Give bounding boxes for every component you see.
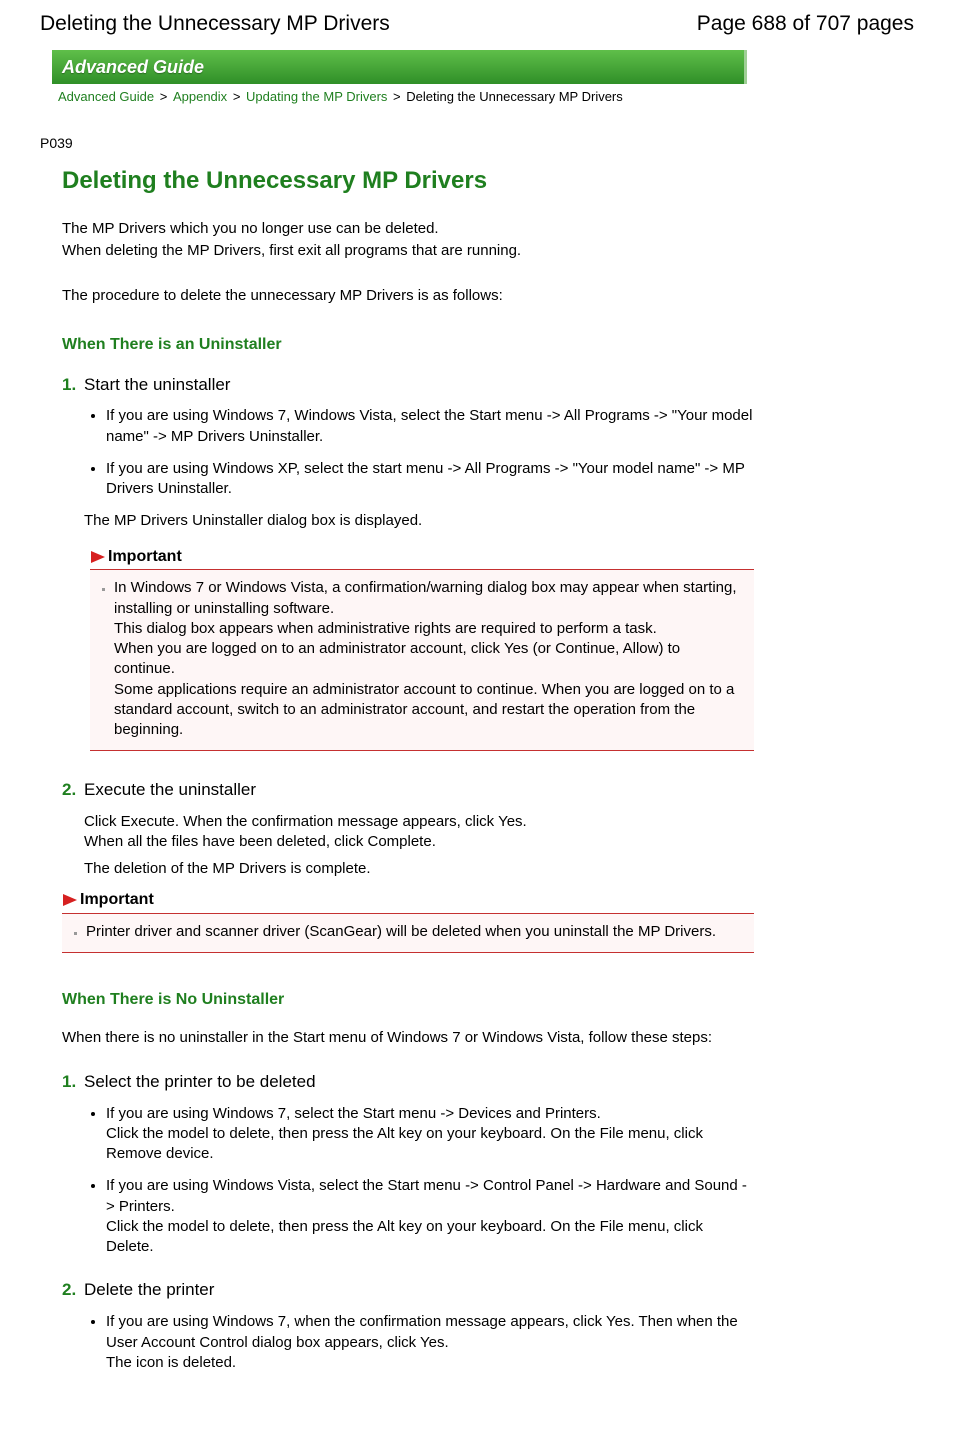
section-heading-no-uninstaller: When There is No Uninstaller <box>62 989 754 1011</box>
breadcrumb-separator: > <box>160 89 171 104</box>
step-line: The deletion of the MP Drivers is comple… <box>84 859 754 879</box>
section-heading-uninstaller: When There is an Uninstaller <box>62 334 754 356</box>
step-title: Execute the uninstaller <box>84 779 754 802</box>
step-note: The MP Drivers Uninstaller dialog box is… <box>84 511 754 531</box>
page-indicator: Page 688 of 707 pages <box>697 10 914 38</box>
important-text: In Windows 7 or Windows Vista, a confirm… <box>114 578 744 740</box>
list-item: If you are using Windows XP, select the … <box>106 459 754 500</box>
flag-icon <box>62 893 78 907</box>
step-number: 1. <box>62 1071 84 1270</box>
procedure-intro: The procedure to delete the unnecessary … <box>62 286 754 306</box>
step-number: 1. <box>62 374 84 770</box>
step-number: 2. <box>62 1279 84 1385</box>
step-title: Delete the printer <box>84 1279 754 1302</box>
breadcrumb-separator: > <box>393 89 404 104</box>
banner-advanced-guide: Advanced Guide <box>52 50 747 84</box>
important-text: Printer driver and scanner driver (ScanG… <box>86 922 744 942</box>
breadcrumb-link-appendix[interactable]: Appendix <box>173 89 227 104</box>
step-line: When all the files have been deleted, cl… <box>84 832 754 852</box>
document-title: Deleting the Unnecessary MP Drivers <box>40 10 390 38</box>
page-code: P039 <box>40 134 914 153</box>
step-line: Click Execute. When the confirmation mes… <box>84 812 754 832</box>
step-title: Select the printer to be deleted <box>84 1071 754 1094</box>
breadcrumb-link-updating-mp-drivers[interactable]: Updating the MP Drivers <box>246 89 387 104</box>
important-label: Important <box>108 546 182 568</box>
breadcrumb-link-advanced-guide[interactable]: Advanced Guide <box>58 89 154 104</box>
step-number: 2. <box>62 779 84 879</box>
breadcrumb-separator: > <box>233 89 244 104</box>
list-item: If you are using Windows 7, select the S… <box>106 1104 754 1165</box>
important-box: Important In Windows 7 or Windows Vista,… <box>90 546 754 752</box>
page-heading: Deleting the Unnecessary MP Drivers <box>62 165 754 197</box>
breadcrumb: Advanced Guide > Appendix > Updating the… <box>58 88 914 106</box>
intro-line: The MP Drivers which you no longer use c… <box>62 219 754 239</box>
list-item: If you are using Windows 7, when the con… <box>106 1312 754 1373</box>
breadcrumb-current: Deleting the Unnecessary MP Drivers <box>406 89 623 104</box>
flag-icon <box>90 550 106 564</box>
step-title: Start the uninstaller <box>84 374 754 397</box>
list-item: If you are using Windows Vista, select t… <box>106 1176 754 1257</box>
intro-line: When deleting the MP Drivers, first exit… <box>62 241 754 261</box>
important-label: Important <box>80 889 154 911</box>
banner-label: Advanced Guide <box>62 55 204 79</box>
section-intro: When there is no uninstaller in the Star… <box>62 1028 754 1048</box>
important-box: Important Printer driver and scanner dri… <box>62 889 754 953</box>
list-item: If you are using Windows 7, Windows Vist… <box>106 406 754 447</box>
